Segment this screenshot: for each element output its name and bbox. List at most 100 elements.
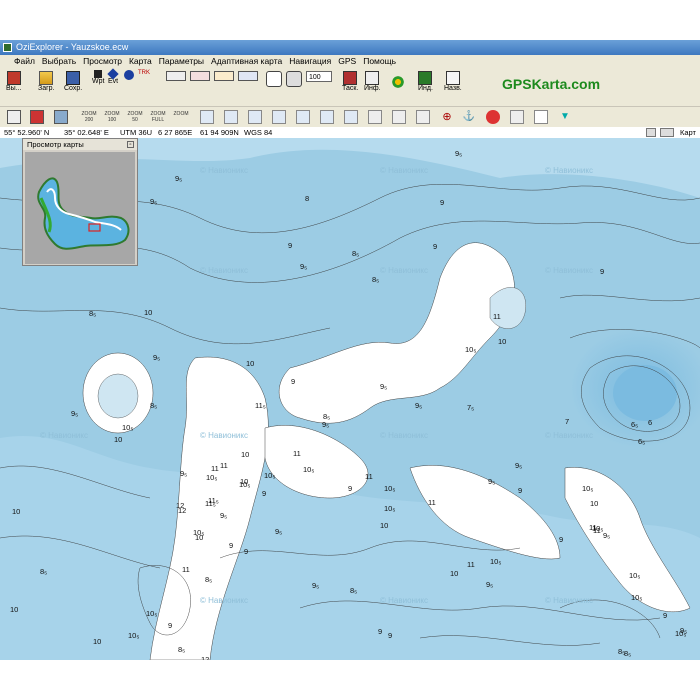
chart-icon[interactable] xyxy=(534,110,548,124)
menu-params[interactable]: Параметры xyxy=(155,55,207,68)
watermark: © Навионикс xyxy=(380,431,428,440)
zoom-button[interactable]: ZOOM xyxy=(172,111,190,117)
gps-tool-6-icon[interactable] xyxy=(320,110,334,124)
point-button[interactable] xyxy=(124,70,134,80)
marker-icon[interactable]: ▼ xyxy=(558,110,572,124)
depth-label: 9 xyxy=(559,535,563,544)
load-button[interactable]: Загр. xyxy=(38,71,55,92)
grid-icon[interactable] xyxy=(7,110,21,124)
save-button[interactable]: Сохр. xyxy=(64,71,82,92)
depth-label: 10 xyxy=(10,605,18,614)
depth-label: 10₅ xyxy=(122,423,133,432)
menu-file[interactable]: Файл xyxy=(0,55,38,68)
track-button[interactable]: TRK xyxy=(138,70,150,76)
info-button[interactable]: Инф. xyxy=(364,71,381,92)
indicator-button[interactable]: Инд. xyxy=(418,71,433,92)
menu-help[interactable]: Помощь xyxy=(360,55,400,68)
menu-map[interactable]: Карта xyxy=(125,55,155,68)
status-icon-2[interactable] xyxy=(660,128,674,137)
map-canvas[interactable]: © Навионикс © Навионикс © Навионикс © На… xyxy=(0,138,700,660)
depth-label: 8 xyxy=(305,194,309,203)
gps-tool-7-icon[interactable] xyxy=(344,110,358,124)
depth-label: 10₅ xyxy=(631,593,642,602)
exit-button[interactable]: Вы... xyxy=(6,71,22,92)
zoom-select[interactable]: 100 xyxy=(306,71,332,82)
depth-label: 10 xyxy=(241,450,249,459)
depth-label: 6₅ xyxy=(638,437,645,446)
task-button[interactable]: Таск. xyxy=(342,71,358,92)
depth-label: 9 xyxy=(663,611,667,620)
indicator-icon xyxy=(418,71,433,85)
depth-label: 9₅ xyxy=(603,531,610,540)
depth-label: 9₅ xyxy=(312,581,319,590)
waypoint-button[interactable]: Wpt xyxy=(92,70,104,85)
main-toolbar: Вы... Загр. Сохр. Wpt Evt TRK 100 Таск. … xyxy=(0,68,700,107)
app-icon xyxy=(3,43,12,52)
magnifier-icon xyxy=(266,71,282,87)
depth-label: 8₅ xyxy=(350,586,357,595)
zoom-100-button[interactable]: ZOOM 100 xyxy=(103,111,121,123)
names-button[interactable]: Назв. xyxy=(444,71,462,92)
depth-label: 10 xyxy=(12,507,20,516)
status-icon-1[interactable] xyxy=(646,128,656,137)
menu-view[interactable]: Просмотр xyxy=(80,55,126,68)
menu-adaptive-map[interactable]: Адаптивная карта xyxy=(208,55,286,68)
depth-label: 10 xyxy=(93,637,101,646)
zoom-200-button[interactable]: ZOOM 200 xyxy=(80,111,98,123)
map-overview-panel[interactable]: Просмотр карты ▫ xyxy=(22,138,138,266)
depth-label: 11 xyxy=(467,560,475,569)
tool-blue-icon[interactable] xyxy=(54,110,68,124)
depth-label: 9 xyxy=(288,241,292,250)
draw-tool-2-button[interactable] xyxy=(214,71,234,81)
watermark: © Навионикс xyxy=(545,596,593,605)
gps-tool-5-icon[interactable] xyxy=(296,110,310,124)
depth-label: 8₅ xyxy=(624,649,631,658)
pin-icon[interactable]: ⊕ xyxy=(440,110,454,124)
gps-tool-3-icon[interactable] xyxy=(248,110,262,124)
depth-label: 10₅ xyxy=(264,471,275,480)
depth-label: 10 xyxy=(240,477,248,486)
nav-icon[interactable] xyxy=(416,110,430,124)
zoom-full-button[interactable]: ZOOM FULL xyxy=(149,111,167,123)
depth-label: 8₅ xyxy=(89,309,96,318)
route-tool-button[interactable] xyxy=(166,71,186,81)
sim-icon[interactable] xyxy=(368,110,382,124)
depth-label: 9 xyxy=(229,541,233,550)
table-icon[interactable] xyxy=(510,110,524,124)
pan-control[interactable] xyxy=(388,72,408,92)
close-icon[interactable]: ▫ xyxy=(127,141,134,148)
anchor-icon[interactable]: ⚓ xyxy=(462,110,476,124)
zoom-input[interactable]: 100 xyxy=(306,71,332,82)
depth-label: 10₅ xyxy=(303,465,314,474)
gps-tool-2-icon[interactable] xyxy=(224,110,238,124)
draw-tool-3-button[interactable] xyxy=(238,71,258,81)
tool-red-icon[interactable] xyxy=(30,110,44,124)
depth-label: 9₅ xyxy=(175,174,182,183)
stop-icon[interactable] xyxy=(486,110,500,124)
depth-label: 10 xyxy=(246,359,254,368)
waypoint-icon xyxy=(94,70,103,78)
route-icon xyxy=(166,71,186,81)
depth-label: 8₅ xyxy=(372,275,379,284)
gps-tool-4-icon[interactable] xyxy=(272,110,286,124)
status-longitude: 35° 02.648' E xyxy=(64,128,109,137)
depth-label: 11 xyxy=(365,472,373,481)
mm-icon[interactable] xyxy=(392,110,406,124)
depth-label: 9 xyxy=(433,242,437,251)
zoom-50-button[interactable]: ZOOM 50 xyxy=(126,111,144,123)
point-icon xyxy=(124,70,134,80)
depth-label: 11 xyxy=(428,498,436,507)
event-button[interactable]: Evt xyxy=(107,68,119,85)
exit-icon xyxy=(6,71,21,85)
status-right: Карт xyxy=(680,128,696,137)
depth-label: 9 xyxy=(388,631,392,640)
menu-navigation[interactable]: Навигация xyxy=(286,55,335,68)
gps-tool-1-icon[interactable] xyxy=(200,110,214,124)
overview-thumbnail[interactable] xyxy=(25,152,135,264)
info-icon xyxy=(365,71,380,85)
menu-gps[interactable]: GPS xyxy=(335,55,360,68)
magnify-button[interactable] xyxy=(266,71,282,87)
draw-tool-button[interactable] xyxy=(190,71,210,81)
menu-select[interactable]: Выбрать xyxy=(38,55,79,68)
map-tool-button[interactable] xyxy=(286,71,302,87)
